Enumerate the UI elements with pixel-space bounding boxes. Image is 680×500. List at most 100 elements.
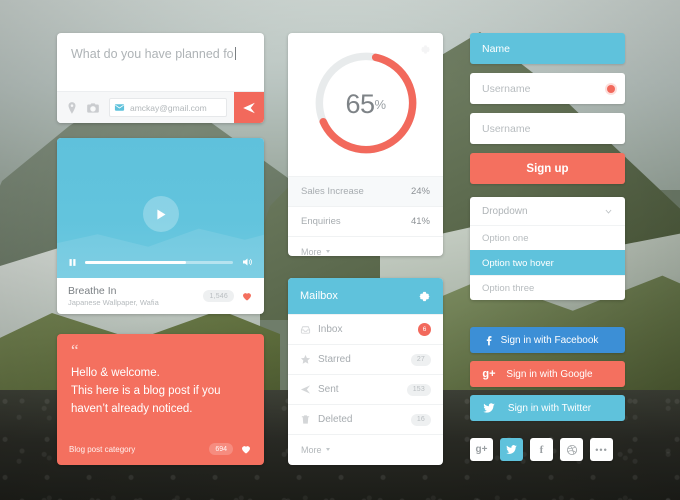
video-like-count: 1,546 bbox=[203, 290, 234, 302]
google-signin-label: Sign in with Google bbox=[506, 368, 593, 380]
twitter-signin-label: Sign in with Twitter bbox=[507, 402, 592, 414]
twitter-icon bbox=[480, 401, 498, 415]
trash-icon bbox=[301, 415, 310, 424]
video-title: Breathe In bbox=[68, 284, 117, 297]
pause-icon[interactable] bbox=[68, 257, 77, 268]
dropdown-option-one[interactable]: Option one bbox=[470, 225, 625, 250]
send-button[interactable] bbox=[234, 91, 264, 123]
tile-dribbble[interactable] bbox=[560, 438, 583, 461]
text-caret bbox=[234, 47, 236, 60]
stat-value: 24% bbox=[410, 186, 430, 197]
stat-row-enquiries[interactable]: Enquiries 41% bbox=[288, 206, 443, 236]
mail-row-deleted[interactable]: Deleted 16 bbox=[288, 404, 443, 434]
validation-dot-icon bbox=[607, 84, 615, 93]
gauge-value: 65% bbox=[288, 33, 443, 176]
play-button[interactable] bbox=[142, 196, 179, 232]
video-player-card: Breathe In Japanese Wallpaper, Wafia 1,5… bbox=[57, 138, 264, 314]
video-meta: Breathe In Japanese Wallpaper, Wafia 1,5… bbox=[57, 278, 264, 314]
mailbox-title: Mailbox bbox=[300, 290, 338, 302]
signup-button[interactable]: Sign up bbox=[470, 153, 625, 184]
chevron-down-icon bbox=[605, 209, 612, 214]
dropdown-option-three[interactable]: Option three bbox=[470, 275, 625, 300]
more-ellipsis-icon: ••• bbox=[595, 444, 608, 455]
video-seek-bar[interactable] bbox=[85, 260, 233, 264]
stat-label: Sales Increase bbox=[301, 186, 364, 197]
tile-facebook[interactable]: f bbox=[530, 438, 553, 461]
mail-label: Sent bbox=[318, 384, 339, 395]
video-stage[interactable] bbox=[57, 138, 264, 278]
compose-card: What do you have planned fo amckay@gmail… bbox=[57, 33, 264, 123]
email-value: amckay@gmail.com bbox=[130, 102, 207, 113]
facebook-signin-label: Sign in with Facebook bbox=[500, 334, 599, 346]
google-signin-button[interactable]: g+ Sign in with Google bbox=[470, 361, 625, 387]
gauge-number: 65 bbox=[345, 89, 375, 119]
twitter-signin-button[interactable]: Sign in with Twitter bbox=[470, 395, 625, 421]
video-controls bbox=[57, 254, 264, 270]
blog-category[interactable]: Blog post category bbox=[69, 445, 135, 454]
volume-icon[interactable] bbox=[241, 256, 253, 268]
gauge-more-button[interactable]: More bbox=[288, 236, 443, 256]
social-signin-group: Sign in with Facebook g+ Sign in with Go… bbox=[470, 327, 625, 429]
name-field[interactable]: Name bbox=[470, 33, 625, 64]
google-plus-icon: g+ bbox=[475, 444, 488, 455]
dropdown-toggle[interactable]: Dropdown bbox=[470, 197, 625, 225]
tile-twitter[interactable] bbox=[500, 438, 523, 461]
username-field-1[interactable]: Username bbox=[470, 73, 625, 104]
username-field-2[interactable]: Username bbox=[470, 113, 625, 144]
username-field-2-value: Username bbox=[482, 122, 531, 135]
dropdown-option-label: Option three bbox=[482, 282, 535, 294]
mail-label: Inbox bbox=[318, 324, 343, 335]
mail-row-sent[interactable]: Sent 153 bbox=[288, 374, 443, 404]
more-label: More bbox=[301, 444, 322, 455]
send-icon bbox=[300, 385, 311, 394]
compose-toolbar: amckay@gmail.com bbox=[57, 91, 264, 123]
facebook-signin-button[interactable]: Sign in with Facebook bbox=[470, 327, 625, 353]
google-plus-icon: g+ bbox=[482, 368, 496, 380]
video-subtitle: Japanese Wallpaper, Wafia bbox=[68, 297, 159, 307]
blog-line-2: This here is a blog post if you bbox=[71, 384, 221, 397]
mailbox-header: Mailbox bbox=[288, 278, 443, 314]
mail-badge: 153 bbox=[406, 383, 431, 396]
tile-google-plus[interactable]: g+ bbox=[470, 438, 493, 461]
dropdown-selected-value: Dropdown bbox=[482, 205, 528, 217]
mail-badge: 6 bbox=[418, 323, 431, 336]
mail-label: Deleted bbox=[318, 414, 353, 425]
blog-post-card: “ Hello & welcome. This here is a blog p… bbox=[57, 334, 264, 465]
blog-like-count: 694 bbox=[209, 443, 233, 455]
stat-row-sales-increase[interactable]: Sales Increase 24% bbox=[288, 176, 443, 206]
email-input[interactable]: amckay@gmail.com bbox=[109, 98, 227, 117]
compose-textarea[interactable]: What do you have planned fo bbox=[57, 33, 264, 89]
heart-icon[interactable] bbox=[240, 443, 252, 455]
facebook-icon bbox=[480, 334, 498, 347]
inbox-icon bbox=[300, 326, 311, 334]
send-paper-plane-icon bbox=[243, 102, 255, 113]
twitter-icon bbox=[506, 445, 517, 454]
signup-form: Name Username Username Sign up bbox=[470, 33, 625, 184]
mail-label: Starred bbox=[318, 354, 351, 365]
mailbox-more-button[interactable]: More bbox=[288, 434, 443, 464]
tile-more[interactable]: ••• bbox=[590, 438, 613, 461]
blog-line-3: haven’t already noticed. bbox=[71, 402, 193, 415]
dropdown-option-two[interactable]: Option two hover bbox=[470, 250, 625, 275]
blog-actions: 694 bbox=[209, 443, 252, 455]
mail-row-starred[interactable]: Starred 27 bbox=[288, 344, 443, 374]
play-icon bbox=[157, 209, 166, 219]
camera-icon[interactable] bbox=[86, 101, 100, 115]
dribbble-icon bbox=[566, 444, 577, 455]
location-pin-icon[interactable] bbox=[65, 101, 79, 115]
facebook-icon: f bbox=[539, 443, 544, 456]
compose-text-value: What do you have planned fo bbox=[71, 47, 234, 61]
mail-badge: 27 bbox=[410, 353, 431, 366]
dropdown-option-label: Option two hover bbox=[482, 257, 554, 269]
quote-mark-icon: “ bbox=[71, 341, 79, 360]
video-text-block: Breathe In Japanese Wallpaper, Wafia bbox=[68, 285, 159, 308]
gauge-unit: % bbox=[374, 97, 386, 112]
video-seek-fill bbox=[85, 260, 186, 264]
blog-line-1: Hello & welcome. bbox=[71, 367, 160, 379]
heart-icon[interactable] bbox=[241, 290, 253, 302]
star-icon bbox=[300, 354, 311, 364]
blog-body: Hello & welcome. This here is a blog pos… bbox=[57, 359, 264, 418]
gear-icon[interactable] bbox=[418, 290, 431, 303]
chevron-down-icon bbox=[325, 448, 330, 451]
mail-row-inbox[interactable]: Inbox 6 bbox=[288, 314, 443, 344]
